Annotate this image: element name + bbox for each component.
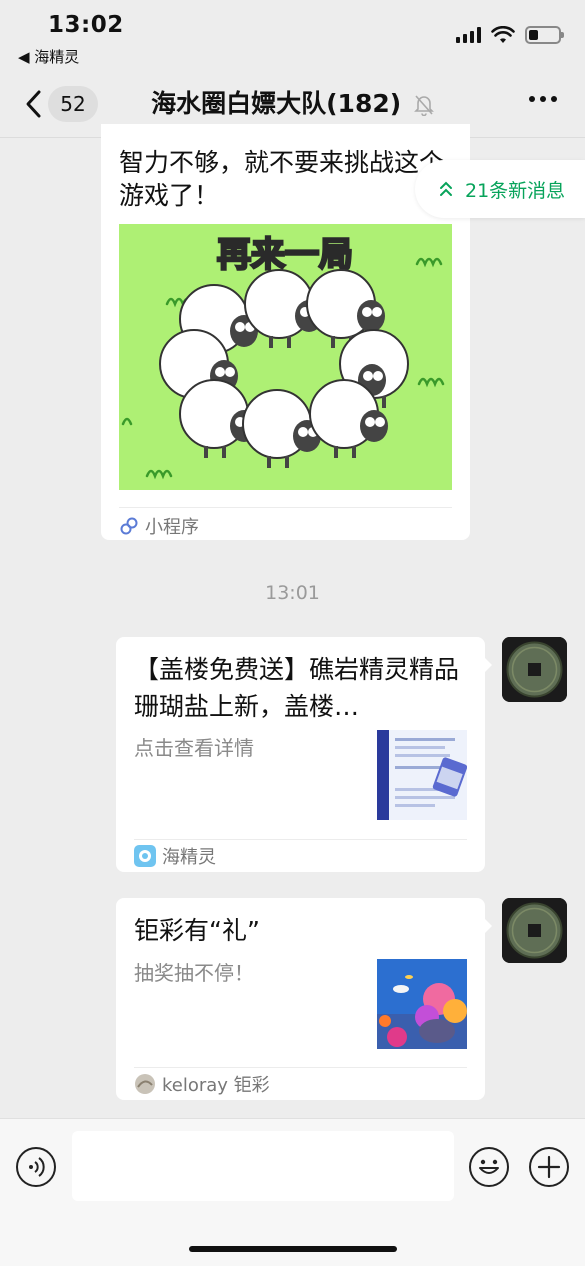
card-source-label: 海精灵 bbox=[162, 847, 216, 868]
card-description: 点击查看详情 bbox=[134, 736, 254, 760]
card-thumbnail bbox=[377, 959, 467, 1049]
card-source: 小程序 bbox=[119, 513, 199, 539]
game-caption: 再来一局 bbox=[217, 235, 353, 275]
group-name: 海水圈白嫖大队 bbox=[151, 89, 327, 118]
cellular-signal-icon bbox=[456, 27, 481, 43]
sender-avatar[interactable] bbox=[502, 898, 567, 963]
card-divider bbox=[134, 839, 467, 840]
mini-program-icon bbox=[120, 517, 138, 535]
smiley-icon bbox=[479, 1159, 499, 1174]
card-source: keloray 钜彩 bbox=[134, 1071, 270, 1097]
card-source-label: 小程序 bbox=[145, 517, 199, 538]
more-actions-button[interactable] bbox=[529, 1147, 569, 1187]
member-count: (182) bbox=[326, 89, 402, 118]
battery-icon bbox=[525, 26, 564, 44]
more-options-icon[interactable] bbox=[529, 96, 557, 102]
wifi-icon bbox=[491, 26, 515, 43]
double-chevron-up-icon bbox=[440, 181, 452, 196]
account-logo-icon bbox=[135, 1074, 155, 1094]
chat-title: 海水圈白嫖大队(182) bbox=[0, 86, 585, 122]
emoji-button[interactable] bbox=[469, 1147, 509, 1187]
card-source: 海精灵 bbox=[134, 843, 216, 869]
new-messages-label: 21条新消息 bbox=[465, 179, 566, 202]
voice-icon bbox=[29, 1157, 45, 1177]
card-divider bbox=[119, 507, 452, 508]
plus-icon bbox=[537, 1155, 561, 1179]
back-to-app-link[interactable]: ◀ 海精灵 bbox=[18, 46, 79, 67]
new-messages-button[interactable]: 21条新消息 bbox=[415, 160, 585, 218]
mute-bell-icon bbox=[413, 95, 434, 116]
status-bar: 13:02 ◀ 海精灵 bbox=[0, 0, 585, 70]
card-title: 【盖楼免费送】礁岩精灵精品珊瑚盐上新，盖楼… bbox=[134, 655, 460, 721]
card-thumbnail bbox=[377, 730, 467, 820]
status-time: 13:02 bbox=[48, 12, 124, 38]
home-indicator bbox=[189, 1246, 397, 1252]
message-input[interactable] bbox=[72, 1131, 454, 1201]
link-card[interactable]: 钜彩有“礼” 抽奖抽不停！ keloray 钜彩 bbox=[116, 898, 492, 1100]
card-divider bbox=[134, 1067, 467, 1068]
card-source-label: keloray 钜彩 bbox=[162, 1075, 270, 1096]
chat-timestamp: 13:01 bbox=[265, 582, 320, 604]
message-text: 智力不够，就不要来挑战这个游戏了！ bbox=[119, 148, 445, 210]
app-logo-icon bbox=[134, 845, 156, 867]
card-description: 抽奖抽不停！ bbox=[134, 961, 254, 985]
game-preview-image: 再来一局 bbox=[119, 224, 452, 490]
card-title: 钜彩有“礼” bbox=[134, 916, 260, 945]
message-input-bar bbox=[0, 1118, 585, 1266]
status-icons bbox=[456, 26, 564, 44]
voice-input-button[interactable] bbox=[16, 1147, 56, 1187]
link-card[interactable]: 【盖楼免费送】礁岩精灵精品珊瑚盐上新，盖楼… 点击查看详情 海精灵 bbox=[116, 637, 492, 872]
sender-avatar[interactable] bbox=[502, 637, 567, 702]
